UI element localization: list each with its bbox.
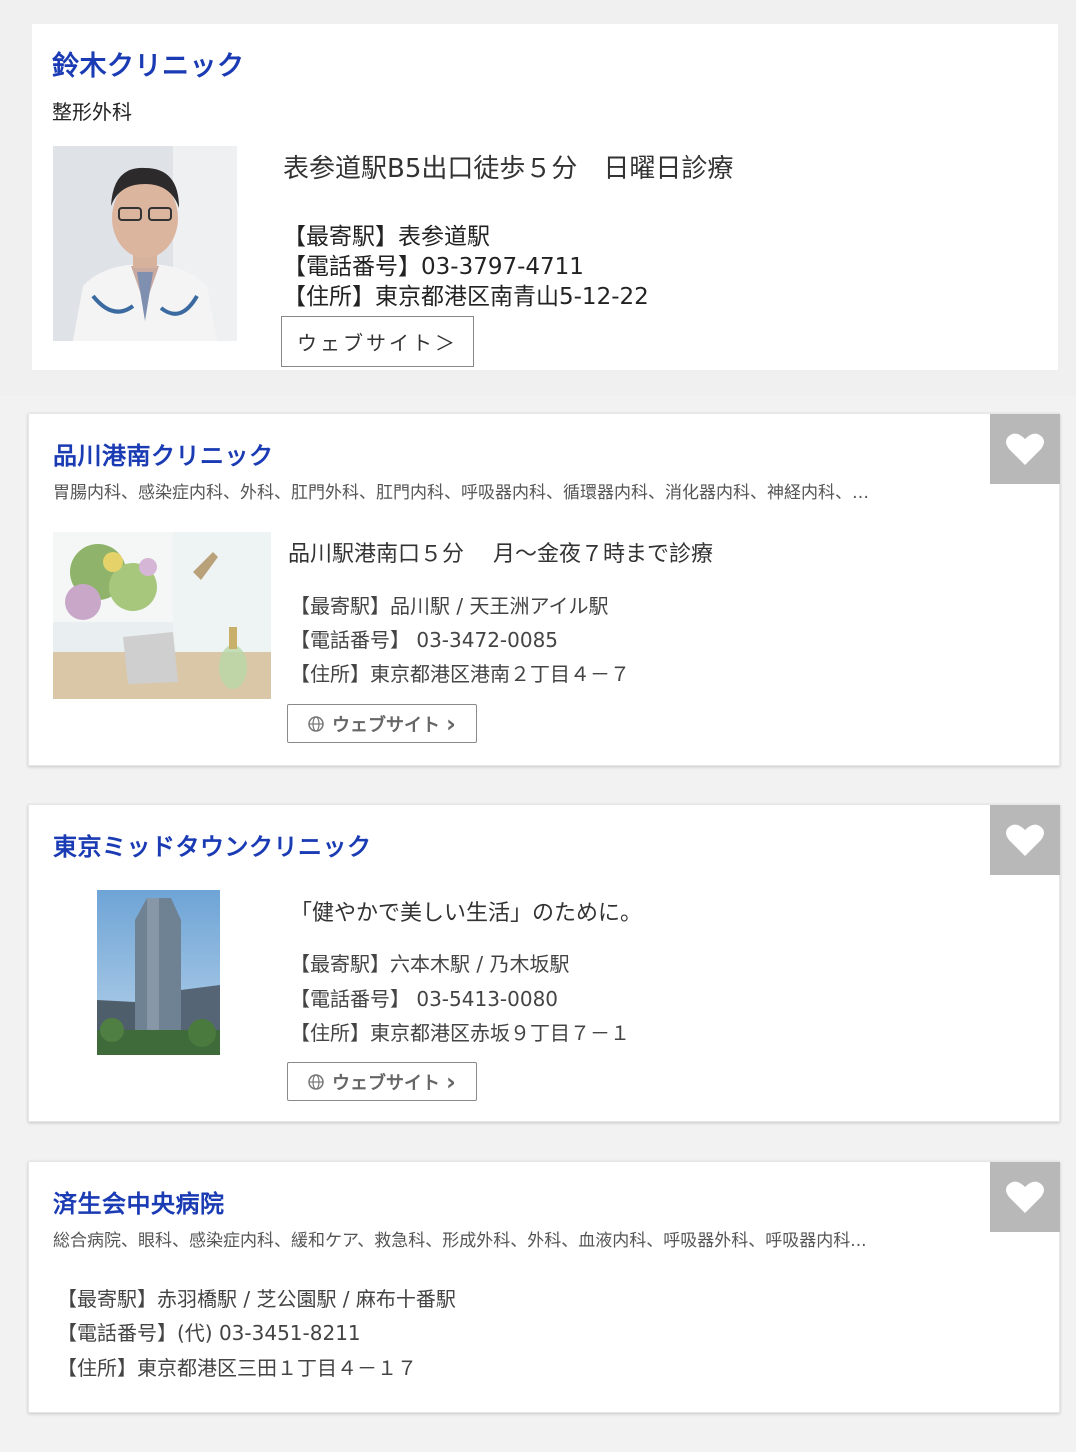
website-button-label: ウェブサイト (332, 714, 441, 736)
clinic-card: 品川港南クリニック 胃腸内科、感染症内科、外科、肛門外科、肛門内科、呼吸器内科、… (28, 413, 1060, 766)
website-button-label: ウェブサイト (332, 1072, 441, 1094)
phone-number: 【電話番号】03-3797-4711 (283, 254, 584, 280)
clinic-photo (53, 532, 271, 699)
clinic-name[interactable]: 東京ミッドタウンクリニック (53, 827, 372, 862)
clinic-tagline: 品川駅港南口５分 月〜金夜７時まで診療 (288, 542, 713, 567)
favorite-button[interactable] (990, 1162, 1060, 1232)
clinic-tagline: 表参道駅B5出口徒歩５分 日曜日診療 (283, 154, 734, 184)
clinic-card: 済生会中央病院 総合病院、眼科、感染症内科、緩和ケア、救急科、形成外科、外科、血… (28, 1161, 1060, 1413)
clinic-name[interactable]: 品川港南クリニック (53, 436, 274, 471)
clinic-tagline: 「健やかで美しい生活」のために。 (290, 901, 643, 926)
globe-icon (308, 715, 324, 732)
phone-number: 【電話番号】 03-5413-0080 (290, 987, 559, 1011)
chevron-right-icon: › (446, 1067, 456, 1096)
address: 【住所】東京都港区三田１丁目４－１７ (57, 1356, 417, 1380)
nearest-station: 【最寄駅】六本木駅 / 乃木坂駅 (290, 952, 570, 976)
heart-icon (1006, 824, 1044, 856)
clinic-departments: 総合病院、眼科、感染症内科、緩和ケア、救急科、形成外科、外科、血液内科、呼吸器外… (53, 1231, 867, 1251)
heart-icon (1006, 433, 1044, 465)
phone-number: 【電話番号】(代) 03-3451-8211 (57, 1321, 361, 1345)
clinic-card: 東京ミッドタウンクリニック 「健やかで美しい生活」のために。 【最寄駅】六本木駅… (28, 804, 1060, 1122)
address: 【住所】東京都港区赤坂９丁目７－１ (290, 1021, 630, 1045)
website-button[interactable]: ウェブサイト＞ (281, 316, 474, 367)
address: 【住所】東京都港区港南２丁目４－７ (290, 662, 630, 686)
phone-number: 【電話番号】 03-3472-0085 (290, 628, 559, 652)
nearest-station: 【最寄駅】表参道駅 (283, 224, 490, 250)
website-button-label: ウェブサイト＞ (297, 331, 458, 355)
clinic-photo (97, 890, 220, 1055)
website-button[interactable]: ウェブサイト › (287, 704, 477, 743)
nearest-station: 【最寄駅】品川駅 / 天王洲アイル駅 (290, 594, 609, 618)
nearest-station: 【最寄駅】赤羽橋駅 / 芝公園駅 / 麻布十番駅 (57, 1287, 456, 1311)
favorite-button[interactable] (990, 805, 1060, 875)
chevron-right-icon: › (446, 709, 456, 738)
globe-icon (308, 1073, 324, 1090)
clinic-name[interactable]: 済生会中央病院 (53, 1184, 225, 1219)
featured-clinic-card: 鈴木クリニック 整形外科 表参道駅B5出口徒歩５分 日曜日診療 【最寄駅】表参道… (32, 24, 1058, 370)
clinic-department: 整形外科 (52, 100, 132, 124)
clinic-departments: 胃腸内科、感染症内科、外科、肛門外科、肛門内科、呼吸器内科、循環器内科、消化器内… (53, 483, 869, 503)
website-button[interactable]: ウェブサイト › (287, 1062, 477, 1101)
heart-icon (1006, 1181, 1044, 1213)
address: 【住所】東京都港区南青山5-12-22 (283, 284, 649, 310)
favorite-button[interactable] (990, 414, 1060, 484)
doctor-photo (53, 146, 237, 341)
clinic-name[interactable]: 鈴木クリニック (52, 44, 245, 83)
